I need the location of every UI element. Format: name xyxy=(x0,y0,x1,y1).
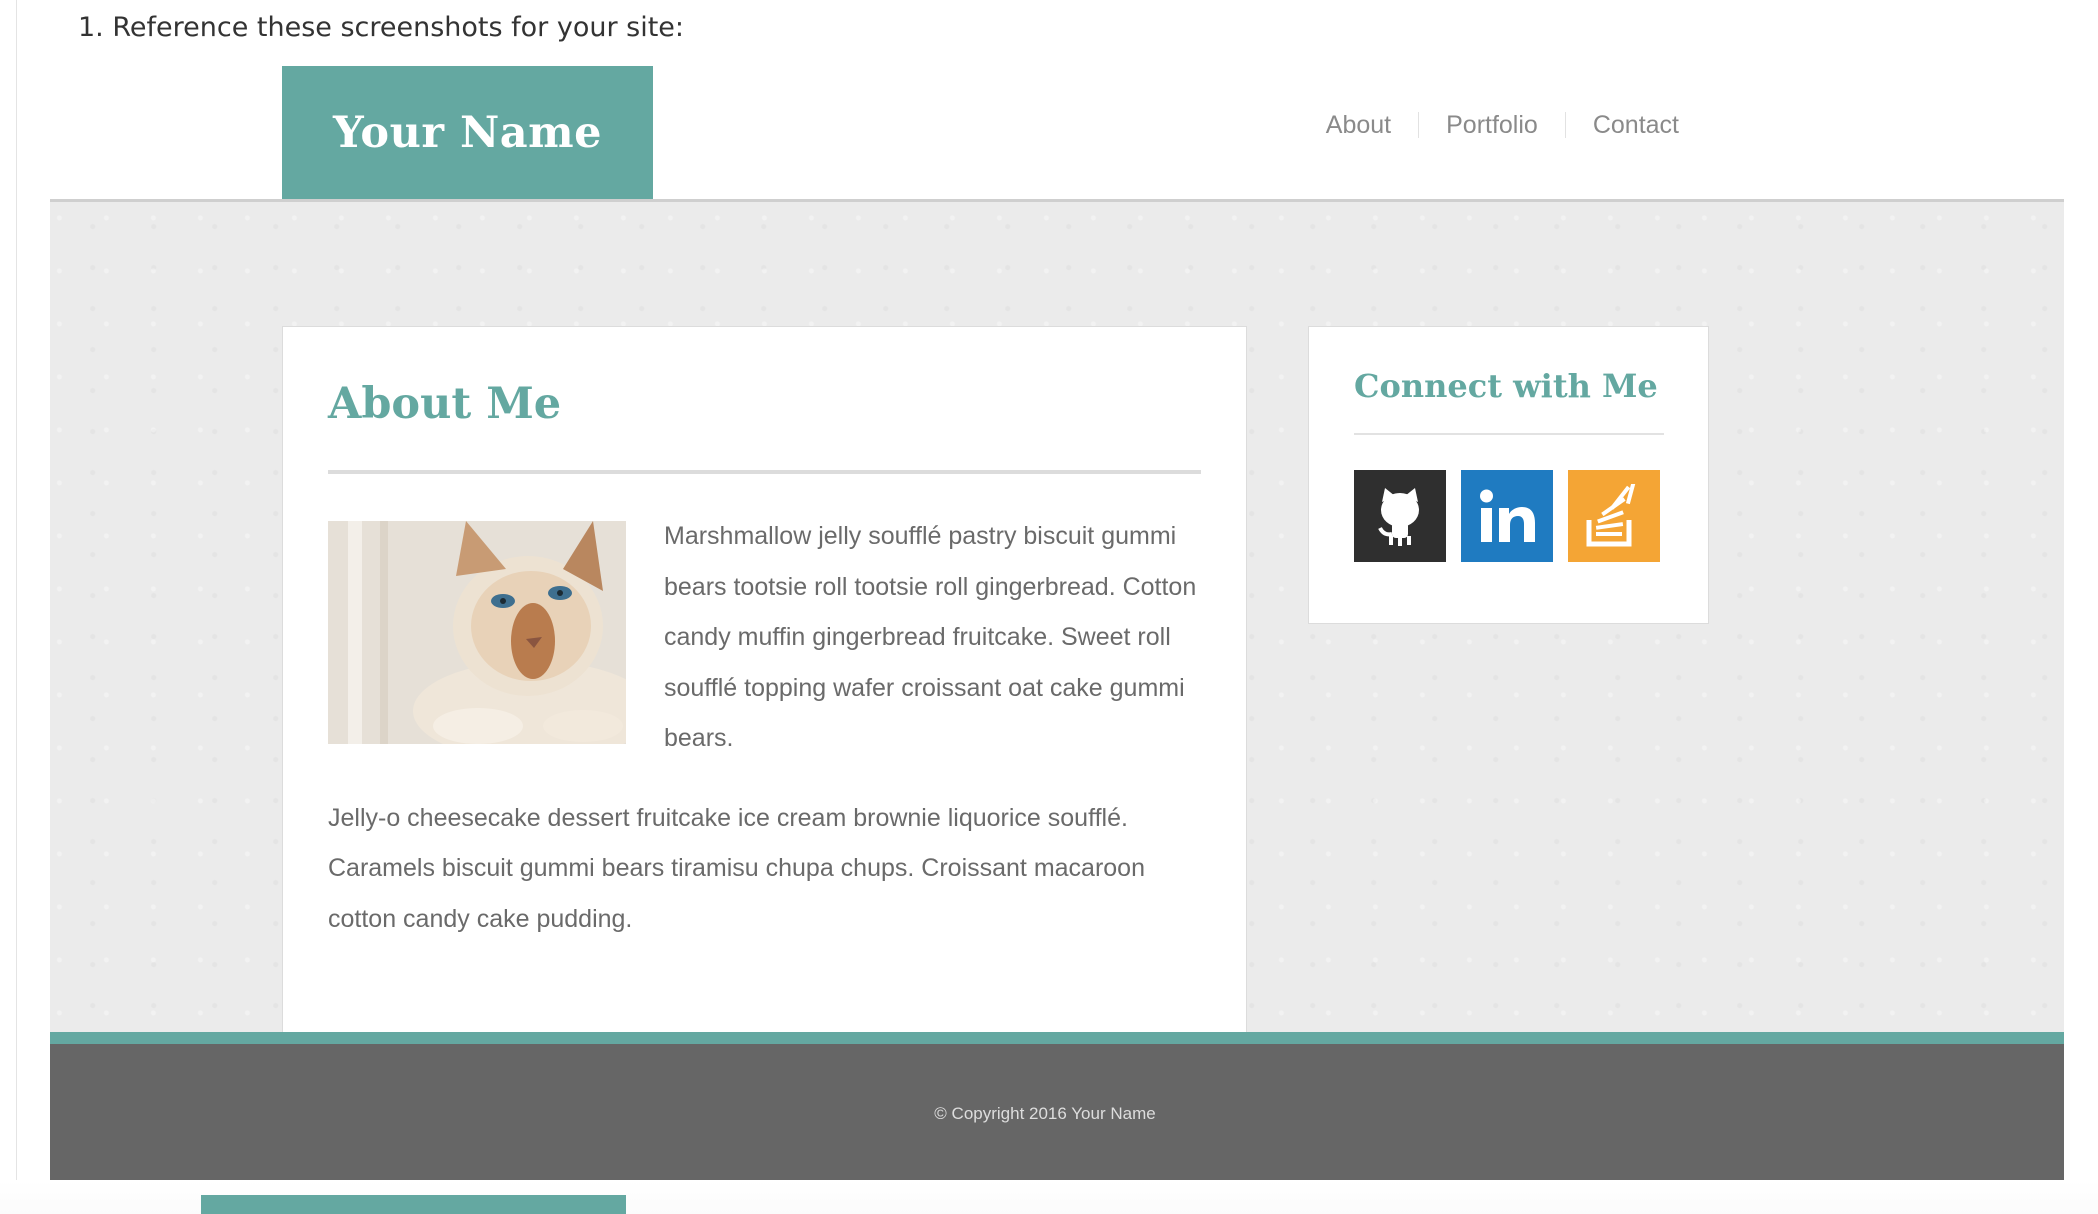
linkedin-link[interactable] xyxy=(1461,470,1553,562)
github-link[interactable] xyxy=(1354,470,1446,562)
site-screenshot: Your Name About Portfolio Contact About … xyxy=(50,66,2064,1181)
content-area: About Me Marshmallow jelly soufflé pastr… xyxy=(50,202,2064,1036)
nav-portfolio[interactable]: Portfolio xyxy=(1419,110,1565,140)
logo-block[interactable]: Your Name xyxy=(282,66,653,199)
logo-text: Your Name xyxy=(332,107,603,158)
connect-title: Connect with Me xyxy=(1354,367,1658,405)
instruction-text: 1. Reference these screenshots for your … xyxy=(78,12,685,43)
connect-divider xyxy=(1354,433,1664,435)
github-icon xyxy=(1378,488,1419,546)
copyright-text: © Copyright 2016 Your Name xyxy=(934,1104,1156,1123)
site-footer: © Copyright 2016 Your Name xyxy=(50,1044,2064,1181)
connect-card: Connect with Me xyxy=(1308,326,1709,624)
linkedin-icon xyxy=(1480,489,1535,542)
photo-spacer xyxy=(328,511,664,743)
nav-about[interactable]: About xyxy=(1299,110,1418,140)
about-card: About Me Marshmallow jelly soufflé pastr… xyxy=(282,326,1247,1036)
about-title: About Me xyxy=(328,379,562,429)
stackoverflow-icon xyxy=(1586,484,1637,547)
footer-accent-bar xyxy=(50,1032,2064,1044)
main-nav: About Portfolio Contact xyxy=(1299,110,1706,140)
stackoverflow-link[interactable] xyxy=(1568,470,1660,562)
about-paragraph-2: Jelly-o cheesecake dessert fruitcake ice… xyxy=(328,803,1145,933)
about-divider xyxy=(328,470,1201,474)
next-screenshot-peek xyxy=(201,1195,626,1214)
about-text: Marshmallow jelly soufflé pastry biscuit… xyxy=(328,511,1201,944)
site-header: Your Name About Portfolio Contact xyxy=(50,66,2064,202)
nav-contact[interactable]: Contact xyxy=(1566,110,1706,140)
page-left-rule xyxy=(16,0,17,1214)
